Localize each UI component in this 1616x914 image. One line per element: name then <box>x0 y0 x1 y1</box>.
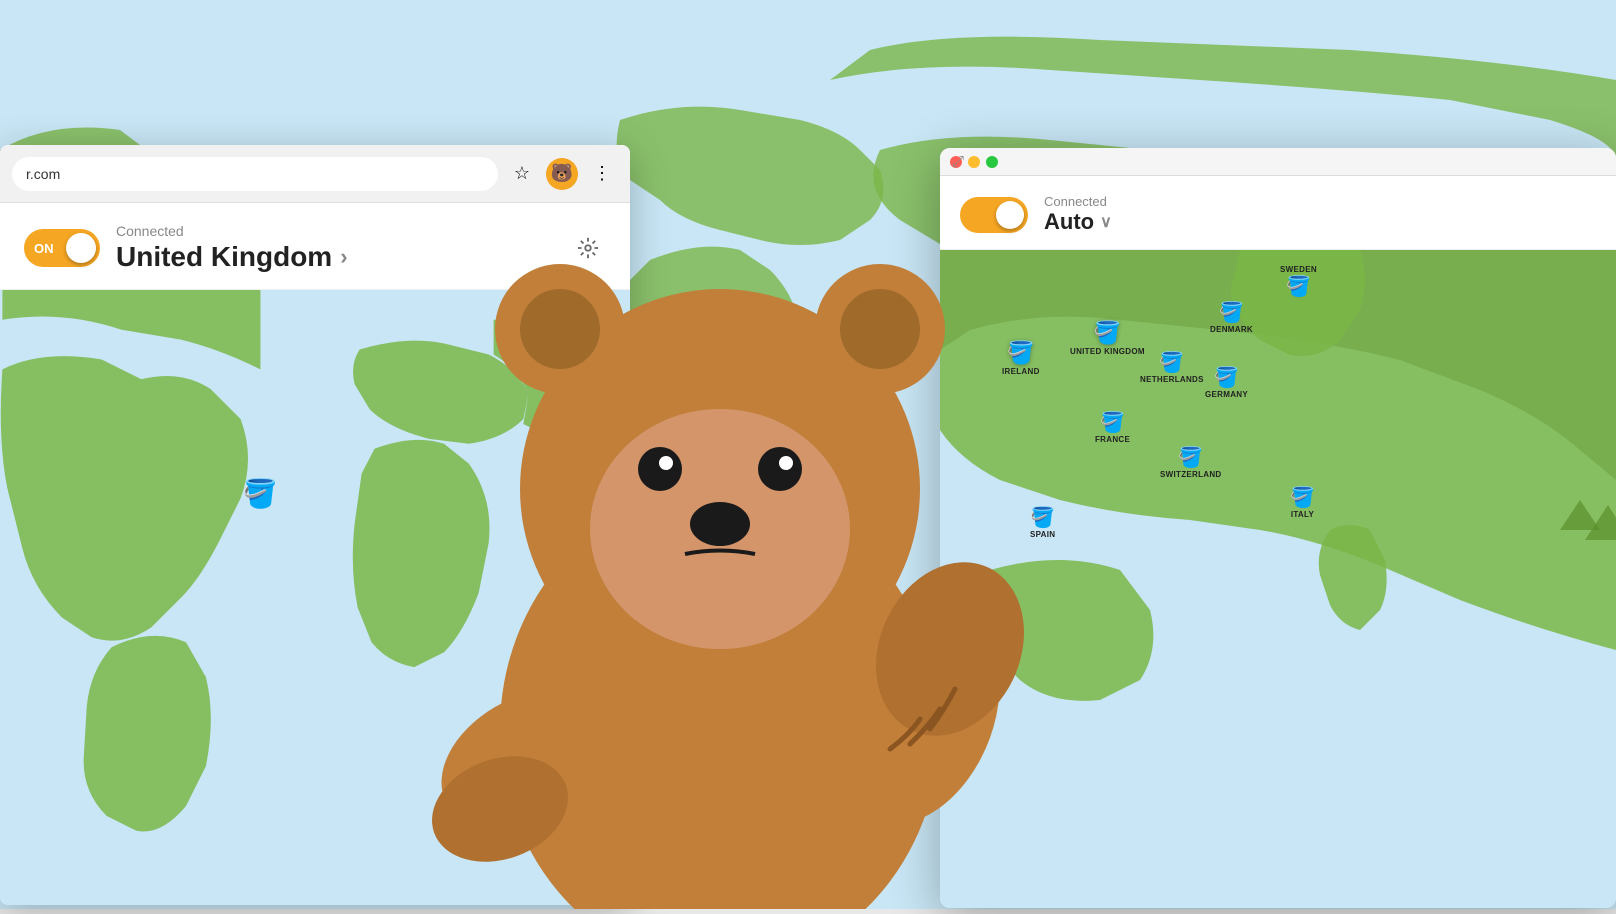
vpn-toggle[interactable]: ON <box>24 229 100 267</box>
desktop-app: ⤢ Connected Auto ∨ <box>940 148 1616 908</box>
app-titlebar: ⤢ <box>940 148 1616 176</box>
connected-status: Connected <box>116 223 554 239</box>
bookmark-icon[interactable]: ☆ <box>506 158 538 190</box>
italy-pin: 🪣 ITALY <box>1290 485 1315 519</box>
popup-header: ON Connected United Kingdom › <box>0 203 630 290</box>
popup-map: 🪣 🐻 <box>0 290 630 905</box>
desktop-vpn-toggle[interactable] <box>960 197 1028 233</box>
ireland-pin: 🪣 IRELAND <box>1002 340 1040 376</box>
settings-button[interactable] <box>570 230 606 266</box>
toggle-knob <box>66 233 96 263</box>
tunnelbear-extension-icon[interactable]: 🐻 <box>546 158 578 190</box>
browser-extension-popup: r.com ☆ 🐻 ⋮ ON Connected United Kingdom … <box>0 145 630 905</box>
menu-icon[interactable]: ⋮ <box>586 158 618 190</box>
germany-pin: 🪣 GERMANY <box>1205 365 1248 399</box>
url-text: r.com <box>26 166 60 182</box>
uk-map-pin: 🪣 🐻 <box>243 477 278 510</box>
desktop-connected-label: Connected <box>1044 194 1112 209</box>
desktop-connection-info: Connected Auto ∨ <box>1044 194 1112 235</box>
toggle-label: ON <box>34 241 54 256</box>
resize-icon: ⤢ <box>952 153 964 170</box>
spain-pin: 🪣 SPAIN <box>1030 505 1055 539</box>
denmark-pin: 🪣 DENMARK <box>1210 300 1253 334</box>
country-display[interactable]: United Kingdom › <box>116 241 554 273</box>
chevron-right-icon: › <box>340 244 347 270</box>
switzerland-pin: 🪣 SWITZERLAND <box>1160 445 1222 479</box>
gear-icon <box>577 237 599 259</box>
browser-toolbar: r.com ☆ 🐻 ⋮ <box>0 145 630 203</box>
minimize-button[interactable] <box>968 156 980 168</box>
maximize-button[interactable] <box>986 156 998 168</box>
sweden-pin: SWEDEN 🪣 <box>1280 265 1317 299</box>
uk-pin: 🪣 UNITED KINGDOM <box>1070 320 1145 356</box>
desktop-map-svg <box>940 250 1616 908</box>
popup-map-svg <box>0 290 630 905</box>
france-pin: 🪣 FRANCE <box>1095 410 1130 444</box>
desktop-country-row[interactable]: Auto ∨ <box>1044 209 1112 235</box>
desktop-toggle-knob <box>996 201 1024 229</box>
address-bar[interactable]: r.com <box>12 157 498 191</box>
desktop-app-header: Connected Auto ∨ <box>940 176 1616 250</box>
desktop-mode-text: Auto <box>1044 209 1094 235</box>
country-name-text: United Kingdom <box>116 241 332 273</box>
netherlands-pin: 🪣 NETHERLANDS <box>1140 350 1204 384</box>
connection-info: Connected United Kingdom › <box>116 223 554 273</box>
desktop-map: 🪣 IRELAND 🪣 UNITED KINGDOM 🪣 NETHERLANDS… <box>940 250 1616 908</box>
desktop-chevron-icon: ∨ <box>1100 212 1112 232</box>
